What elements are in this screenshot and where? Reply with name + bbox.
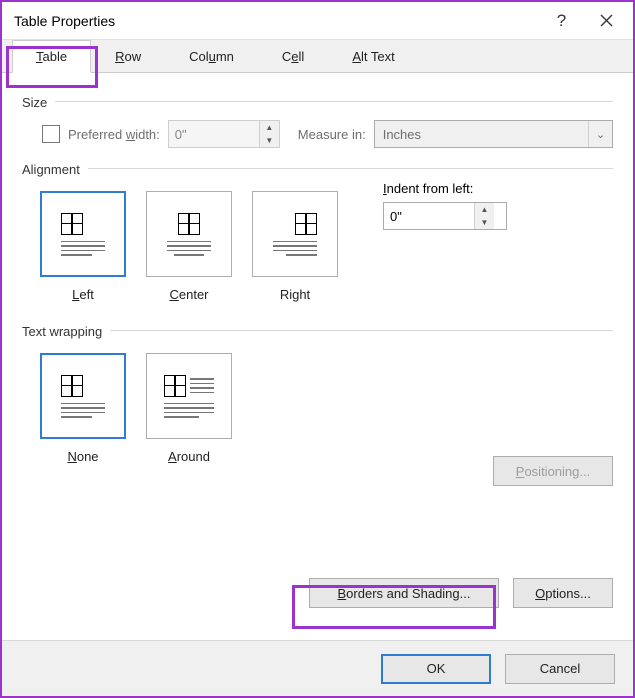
measure-in-label: Measure in:	[298, 127, 366, 142]
spinner-up-icon[interactable]: ▲	[475, 203, 494, 216]
group-wrapping: Text wrapping	[22, 318, 613, 339]
tab-row[interactable]: Row	[91, 39, 165, 72]
textlines-icon	[273, 241, 317, 256]
preferred-width-input	[169, 121, 259, 147]
tab-column[interactable]: Column	[165, 39, 258, 72]
wrap-around-option[interactable]	[146, 353, 232, 439]
indent-spinner[interactable]: ▲ ▼	[383, 202, 507, 230]
ok-button[interactable]: OK	[381, 654, 491, 684]
table-icon	[61, 213, 83, 235]
indent-input[interactable]	[384, 203, 474, 229]
table-icon	[178, 213, 200, 235]
table-icon	[164, 375, 186, 397]
indent-label: Indent from left:	[383, 181, 613, 196]
group-alignment: Alignment	[22, 156, 613, 177]
spinner-down-icon: ▼	[260, 134, 279, 147]
textlines-icon	[167, 241, 211, 256]
measure-in-value: Inches	[383, 127, 421, 142]
window-title: Table Properties	[14, 13, 539, 29]
measure-in-combo: Inches ⌄	[374, 120, 613, 148]
tab-cell[interactable]: Cell	[258, 39, 328, 72]
spinner-down-icon[interactable]: ▼	[475, 216, 494, 229]
tab-alttext[interactable]: Alt Text	[328, 39, 418, 72]
spinner-up-icon: ▲	[260, 121, 279, 134]
tab-table[interactable]: Table	[12, 40, 91, 73]
align-center-label: Center	[169, 287, 208, 302]
align-right-label: Right	[280, 287, 310, 302]
wrap-none-label: None	[67, 449, 98, 464]
chevron-down-icon: ⌄	[588, 121, 612, 147]
table-icon	[61, 375, 83, 397]
dialog-footer: OK Cancel	[2, 640, 633, 696]
cancel-button[interactable]: Cancel	[505, 654, 615, 684]
preferred-width-spinner: ▲ ▼	[168, 120, 280, 148]
preferred-width-label: Preferred width:	[68, 127, 160, 142]
wrap-around-label: Around	[168, 449, 210, 464]
textlines-icon	[61, 403, 105, 418]
close-button[interactable]	[584, 3, 629, 39]
table-icon	[295, 213, 317, 235]
tabstrip: Table Row Column Cell Alt Text	[2, 40, 633, 73]
wrap-none-option[interactable]	[40, 353, 126, 439]
align-right-option[interactable]	[252, 191, 338, 277]
options-button[interactable]: Options...	[513, 578, 613, 608]
textlines-icon	[164, 403, 214, 418]
align-left-option[interactable]	[40, 191, 126, 277]
align-left-label: Left	[72, 287, 94, 302]
group-size: Size	[22, 89, 613, 110]
positioning-button: Positioning...	[493, 456, 613, 486]
preferred-width-checkbox[interactable]	[42, 125, 60, 143]
align-center-option[interactable]	[146, 191, 232, 277]
help-button[interactable]: ?	[539, 3, 584, 39]
borders-shading-button[interactable]: Borders and Shading...	[309, 578, 499, 608]
textlines-icon	[61, 241, 105, 256]
titlebar: Table Properties ?	[2, 2, 633, 40]
